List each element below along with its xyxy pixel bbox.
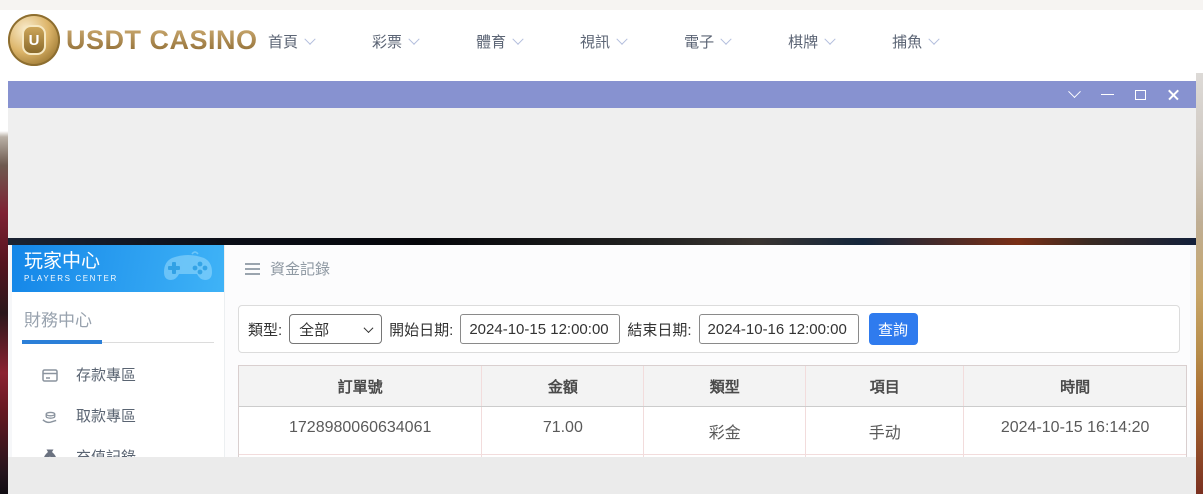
sidebar-header: 玩家中心 PLAYERS CENTER <box>12 245 224 292</box>
hamburger-menu-icon[interactable] <box>245 263 260 275</box>
logo-text: USDT CASINO <box>66 25 258 56</box>
column-header-time: 時間 <box>964 366 1186 406</box>
sidebar-section-rule <box>22 340 214 344</box>
sidebar-section-title: 財務中心 <box>12 292 224 340</box>
page-background-band <box>8 238 1196 245</box>
chevron-down-icon <box>304 33 315 44</box>
chevron-down-icon <box>1068 85 1081 98</box>
top-strip <box>0 0 1203 10</box>
cell-empty <box>482 455 644 457</box>
minimize-icon <box>1101 94 1114 95</box>
sidebar-menu: 存款專區 取款專區 + 充值記錄 <box>12 354 224 457</box>
nav-item-sports[interactable]: 體育 <box>476 31 522 52</box>
window-close-button[interactable] <box>1157 81 1190 108</box>
nav-item-boardgames[interactable]: 棋牌 <box>788 31 834 52</box>
background-photo-right <box>1196 73 1203 494</box>
table-row: 1728980060634061 71.00 彩金 手动 2024-10-15 … <box>239 407 1186 455</box>
coin-letter: U <box>22 25 46 55</box>
select-caret-icon <box>364 323 374 333</box>
close-icon <box>1167 88 1180 101</box>
player-center-window: 玩家中心 PLAYERS CENTER 財務中心 <box>8 81 1196 494</box>
window-maximize-button[interactable] <box>1124 81 1157 108</box>
start-date-label: 開始日期: <box>389 319 453 340</box>
column-header-amount: 金額 <box>482 366 644 406</box>
chevron-down-icon <box>928 33 939 44</box>
search-button[interactable]: 查詢 <box>869 313 918 345</box>
nav-item-slots[interactable]: 電子 <box>684 31 730 52</box>
nav-item-lottery[interactable]: 彩票 <box>372 31 418 52</box>
filter-bar: 類型: 全部 開始日期: 結束日期: 查詢 <box>238 305 1180 353</box>
cell-empty <box>239 455 482 457</box>
nav-item-home[interactable]: 首頁 <box>268 31 314 52</box>
main-nav: 首頁 彩票 體育 視訊 電子 棋牌 <box>268 10 938 73</box>
gamepad-icon <box>162 250 214 284</box>
chevron-down-icon <box>616 33 627 44</box>
nav-label: 體育 <box>476 31 506 52</box>
nav-label: 棋牌 <box>788 31 818 52</box>
window-collapse-button[interactable] <box>1058 81 1091 108</box>
end-date-label: 結束日期: <box>627 319 691 340</box>
type-filter-label: 類型: <box>248 319 282 340</box>
content-header: 資金記錄 <box>225 245 1190 292</box>
table-row-partial <box>239 455 1186 457</box>
cell-item: 手动 <box>806 407 964 454</box>
end-date-input[interactable] <box>699 314 859 344</box>
table-header-row: 訂單號 金額 類型 項目 時間 <box>239 366 1186 407</box>
chevron-down-icon <box>720 33 731 44</box>
cell-type: 彩金 <box>644 407 806 454</box>
sidebar-item-recharge-record[interactable]: + 充值記錄 <box>12 436 224 457</box>
sidebar-item-withdraw[interactable]: 取款專區 <box>12 395 224 436</box>
nav-label: 首頁 <box>268 31 298 52</box>
nav-item-fishing[interactable]: 捕魚 <box>892 31 938 52</box>
usdt-coin-icon: U <box>8 14 60 66</box>
window-minimize-button[interactable] <box>1091 81 1124 108</box>
nav-label: 捕魚 <box>892 31 922 52</box>
chevron-down-icon <box>512 33 523 44</box>
rule-accent <box>22 340 102 344</box>
cell-time: 2024-10-15 16:14:20 <box>964 407 1186 454</box>
window-bottom-strip <box>8 457 1196 494</box>
nav-label: 視訊 <box>580 31 610 52</box>
chevron-down-icon <box>408 33 419 44</box>
nav-label: 電子 <box>684 31 714 52</box>
cell-order-no: 1728980060634061 <box>239 407 482 454</box>
cell-amount: 71.00 <box>482 407 644 454</box>
site-header: U USDT CASINO 首頁 彩票 體育 視訊 電子 <box>0 10 1203 73</box>
content-area: 資金記錄 類型: 全部 開始日期: 結束日期: 查詢 訂單號 <box>224 245 1190 457</box>
column-header-item: 項目 <box>806 366 964 406</box>
nav-item-live[interactable]: 視訊 <box>580 31 626 52</box>
rule-line <box>102 342 214 343</box>
page: U USDT CASINO 首頁 彩票 體育 視訊 電子 <box>0 0 1203 494</box>
type-select[interactable]: 全部 <box>289 314 382 344</box>
cell-empty <box>644 455 806 457</box>
column-header-order-no: 訂單號 <box>239 366 482 406</box>
page-title: 資金記錄 <box>270 258 330 279</box>
sidebar: 玩家中心 PLAYERS CENTER 財務中心 <box>12 245 224 457</box>
cell-empty <box>806 455 964 457</box>
withdraw-hand-icon <box>41 407 59 425</box>
type-select-value: 全部 <box>299 319 329 340</box>
svg-text:+: + <box>48 454 53 457</box>
sidebar-item-label: 存款專區 <box>76 364 136 385</box>
chevron-down-icon <box>824 33 835 44</box>
player-center-page: 玩家中心 PLAYERS CENTER 財務中心 <box>8 245 1196 457</box>
sidebar-item-label: 取款專區 <box>76 405 136 426</box>
column-header-type: 類型 <box>644 366 806 406</box>
start-date-input[interactable] <box>460 314 620 344</box>
window-empty-area <box>8 108 1196 238</box>
background-photo-left <box>0 73 8 494</box>
window-titlebar[interactable] <box>8 81 1196 108</box>
nav-label: 彩票 <box>372 31 402 52</box>
sidebar-item-label: 充值記錄 <box>76 446 136 457</box>
maximize-icon <box>1135 90 1146 100</box>
deposit-card-icon <box>41 366 59 384</box>
site-logo[interactable]: U USDT CASINO <box>8 14 258 66</box>
recharge-bag-icon: + <box>41 448 59 458</box>
cell-empty <box>964 455 1186 457</box>
funds-table: 訂單號 金額 類型 項目 時間 1728980060634061 71.00 彩… <box>238 365 1187 457</box>
sidebar-item-deposit[interactable]: 存款專區 <box>12 354 224 395</box>
